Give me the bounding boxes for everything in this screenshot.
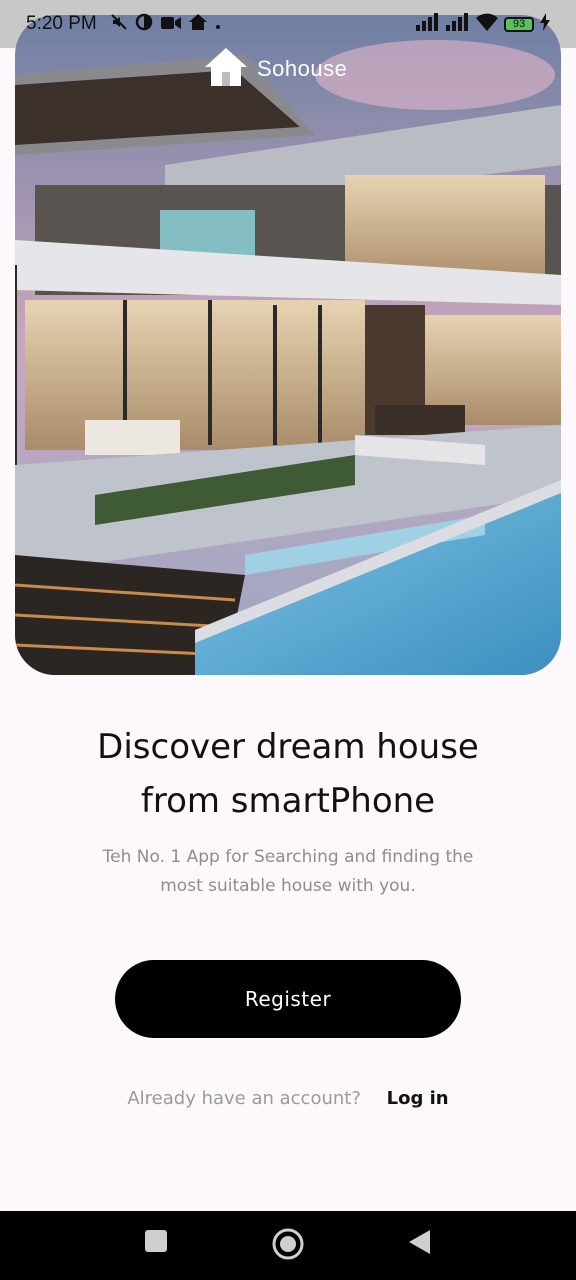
page-subtitle: Teh No. 1 App for Searching and finding … [70, 843, 506, 901]
home-circle-icon[interactable] [271, 1227, 305, 1265]
login-row: Already have an account? Log in [0, 1088, 576, 1109]
status-bar: 5:20 PM 93 [0, 0, 576, 48]
login-link[interactable]: Log in [387, 1088, 449, 1109]
villa-illustration [15, 15, 561, 675]
house-icon [205, 48, 247, 90]
dot-icon [215, 15, 221, 34]
login-prompt: Already have an account? [127, 1088, 361, 1109]
page-title: Discover dream house from smartPhone [0, 720, 576, 828]
data-saver-icon [135, 13, 153, 35]
hero-image [15, 15, 561, 675]
wifi-icon [476, 13, 498, 35]
register-button[interactable]: Register [115, 960, 461, 1038]
brand-logo: Sohouse [205, 48, 347, 90]
mute-icon [111, 14, 127, 34]
brand-name: Sohouse [257, 56, 348, 81]
title-line-1: Discover dream house [97, 727, 479, 767]
signal-icon [416, 13, 440, 35]
home-icon [188, 14, 207, 34]
status-time: 5:20 PM [26, 13, 97, 34]
video-icon [160, 15, 181, 34]
recents-square-icon[interactable] [144, 1229, 168, 1257]
subtitle-line-2: most suitable house with you. [160, 876, 416, 896]
title-line-2: from smartPhone [140, 781, 436, 821]
back-triangle-icon[interactable] [408, 1229, 432, 1259]
register-button-label: Register [244, 987, 332, 1011]
subtitle-line-1: Teh No. 1 App for Searching and finding … [102, 847, 474, 867]
battery-level: 93 [512, 18, 526, 30]
battery-icon: 93 [504, 16, 534, 32]
signal-icon [446, 13, 470, 35]
charging-icon [540, 13, 550, 35]
